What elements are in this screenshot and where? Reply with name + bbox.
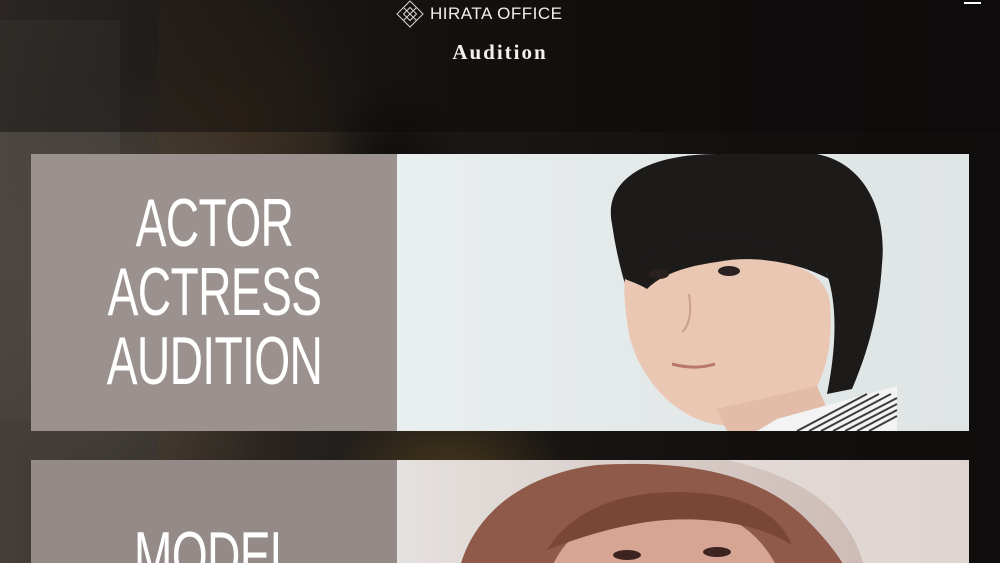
menu-bar <box>964 2 981 4</box>
card-title-line: MODEL <box>133 518 295 563</box>
actor-audition-card[interactable]: ACTOR ACTRESS AUDITION <box>31 154 969 431</box>
hamburger-menu-icon[interactable] <box>958 0 988 10</box>
logo-text: HIRATA OFFICE <box>430 4 563 23</box>
model-audition-card[interactable]: MODEL <box>31 460 969 563</box>
card-label-panel: MODEL <box>31 460 397 563</box>
actor-portrait-photo <box>397 154 969 431</box>
site-header: HIRATA OFFICE Audition <box>0 0 1000 132</box>
card-title: MODEL <box>133 518 295 563</box>
card-title-line: AUDITION <box>106 323 322 399</box>
page-title: Audition <box>452 40 548 64</box>
diamond-lattice-icon <box>396 0 424 28</box>
card-label-panel: ACTOR ACTRESS AUDITION <box>31 154 397 431</box>
model-portrait-photo <box>397 460 969 563</box>
site-logo[interactable]: HIRATA OFFICE <box>396 0 562 28</box>
card-title: ACTOR ACTRESS AUDITION <box>106 185 322 399</box>
card-title-line: ACTRESS <box>107 254 321 330</box>
card-title-line: ACTOR <box>135 185 293 261</box>
